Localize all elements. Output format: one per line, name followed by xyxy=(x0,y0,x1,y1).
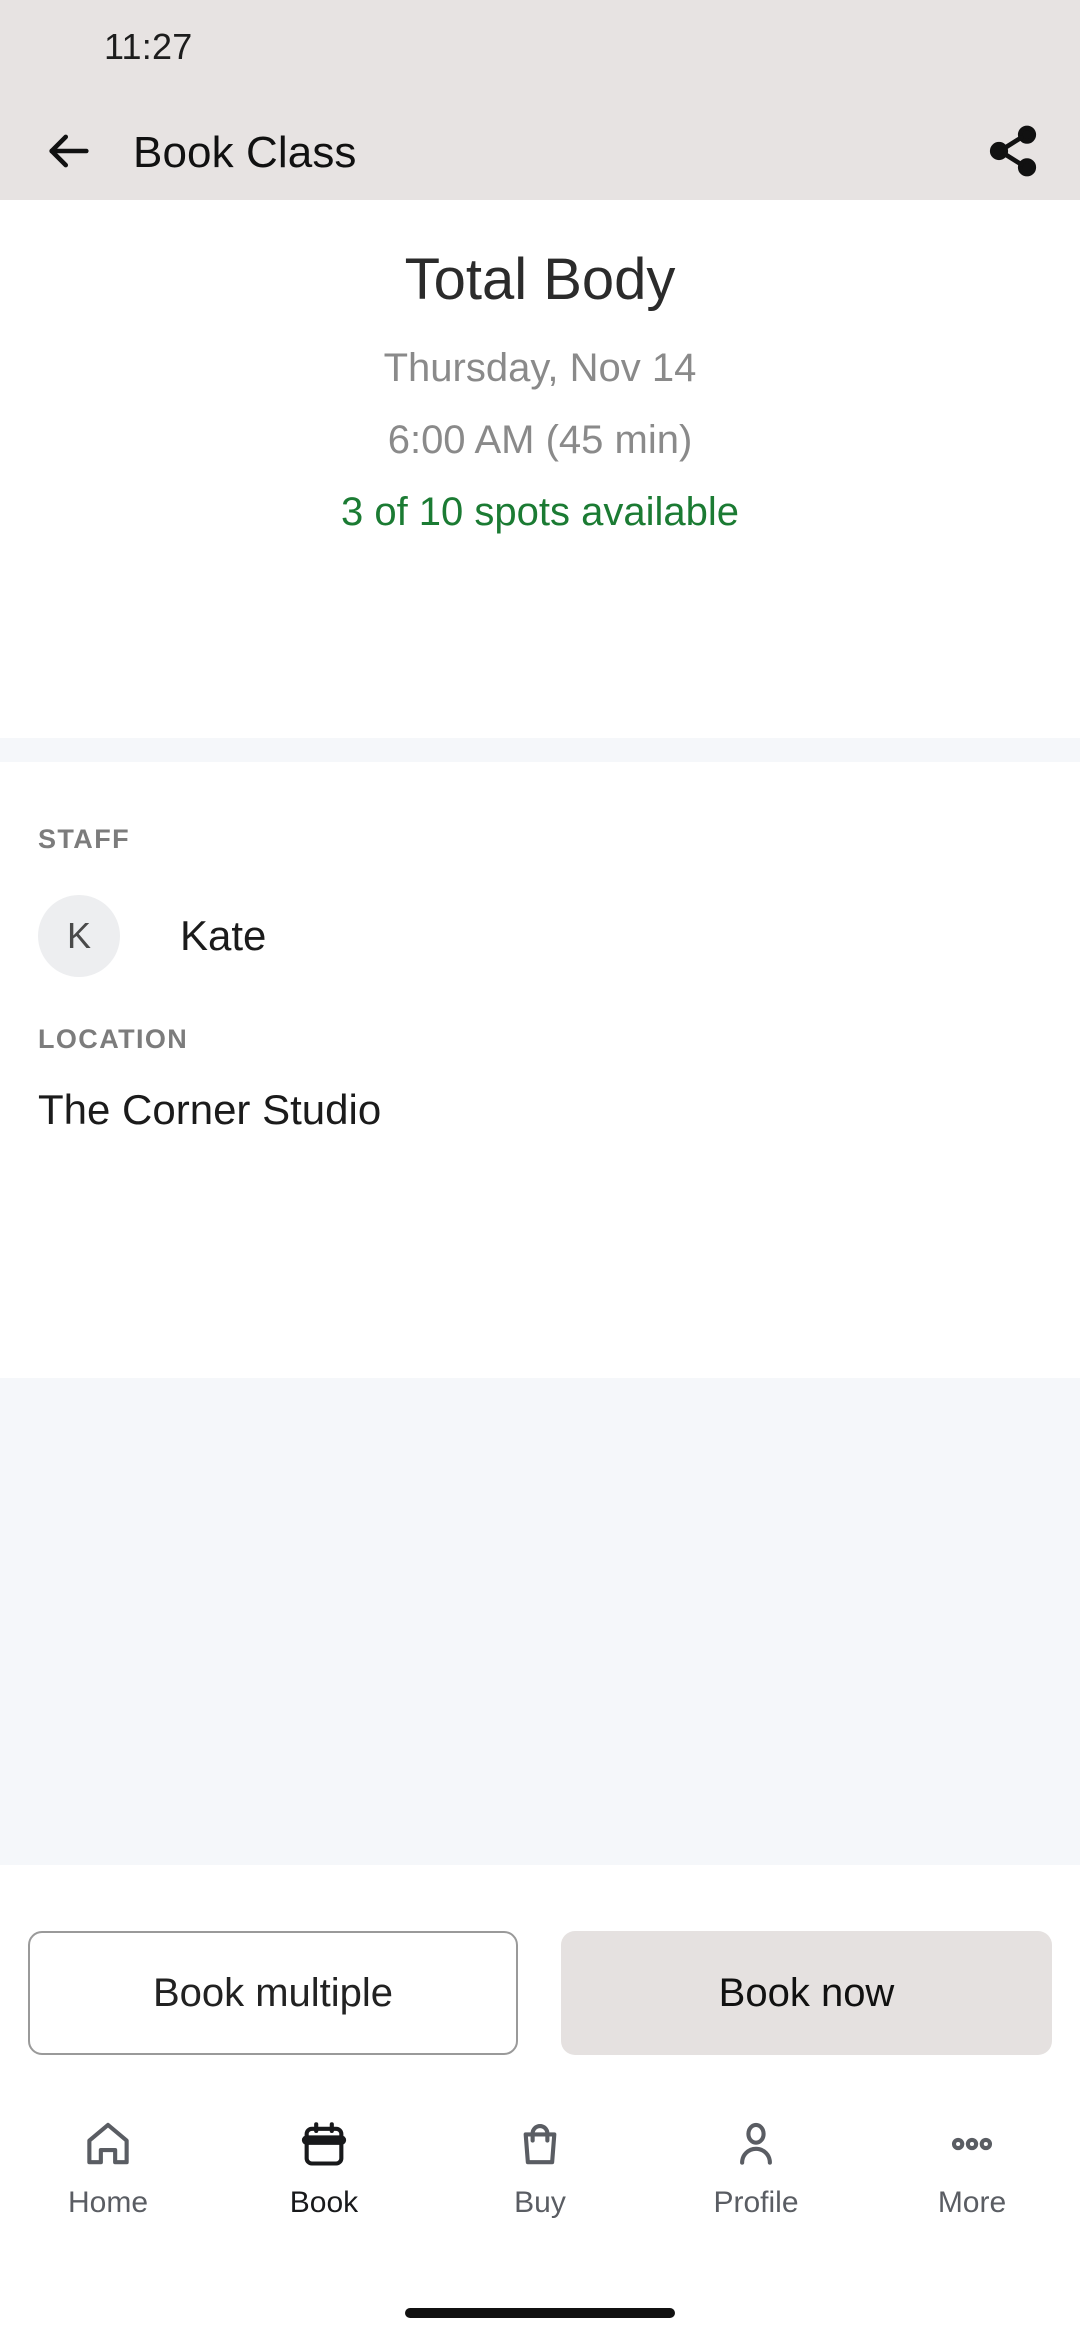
location-name: The Corner Studio xyxy=(38,1086,382,1133)
class-date: Thursday, Nov 14 xyxy=(383,346,697,390)
bottom-navigation: Home Book Buy Profile More xyxy=(0,2070,1080,2340)
back-button[interactable] xyxy=(30,114,108,192)
calendar-icon xyxy=(298,2112,350,2170)
nav-item-buy[interactable]: Buy xyxy=(432,2070,648,2340)
app-bar: Book Class xyxy=(0,108,1080,200)
person-icon xyxy=(730,2112,782,2170)
nav-item-home[interactable]: Home xyxy=(0,2070,216,2340)
location-section-label: LOCATION xyxy=(38,1024,189,1054)
content-scroll-area xyxy=(0,1378,1080,1865)
nav-item-profile[interactable]: Profile xyxy=(648,2070,864,2340)
action-bar: Book multiple Book now xyxy=(0,1865,1080,2070)
staff-row[interactable]: K Kate xyxy=(38,880,266,992)
staff-section-label: STAFF xyxy=(38,824,130,854)
class-details-section: STAFF K Kate LOCATION The Corner Studio xyxy=(0,762,1080,1378)
class-name: Total Body xyxy=(404,247,676,312)
nav-label-buy: Buy xyxy=(514,2186,566,2219)
home-indicator xyxy=(405,2308,675,2318)
share-icon xyxy=(985,123,1041,184)
nav-label-profile: Profile xyxy=(713,2186,799,2219)
home-icon xyxy=(82,2112,134,2170)
nav-item-book[interactable]: Book xyxy=(216,2070,432,2340)
book-multiple-button[interactable]: Book multiple xyxy=(28,1931,518,2055)
top-bar: 11:27 Book Class xyxy=(0,0,1080,200)
book-now-button[interactable]: Book now xyxy=(561,1931,1052,2055)
shopping-bag-icon xyxy=(514,2112,566,2170)
staff-name: Kate xyxy=(180,912,267,959)
spots-available-status: 3 of 10 spots available xyxy=(340,490,740,534)
arrow-left-icon xyxy=(43,125,95,182)
status-bar-clock: 11:27 xyxy=(104,26,193,67)
nav-label-more: More xyxy=(937,2186,1007,2219)
avatar: K xyxy=(38,895,120,977)
class-time: 6:00 AM (45 min) xyxy=(387,418,693,462)
ellipsis-icon xyxy=(946,2112,998,2170)
nav-item-more[interactable]: More xyxy=(864,2070,1080,2340)
class-summary: Total Body Thursday, Nov 14 6:00 AM (45 … xyxy=(0,200,1080,738)
share-button[interactable] xyxy=(974,114,1052,192)
nav-label-home: Home xyxy=(67,2186,149,2219)
section-divider xyxy=(0,738,1080,762)
nav-label-book: Book xyxy=(289,2186,359,2219)
page-title: Book Class xyxy=(133,128,357,177)
